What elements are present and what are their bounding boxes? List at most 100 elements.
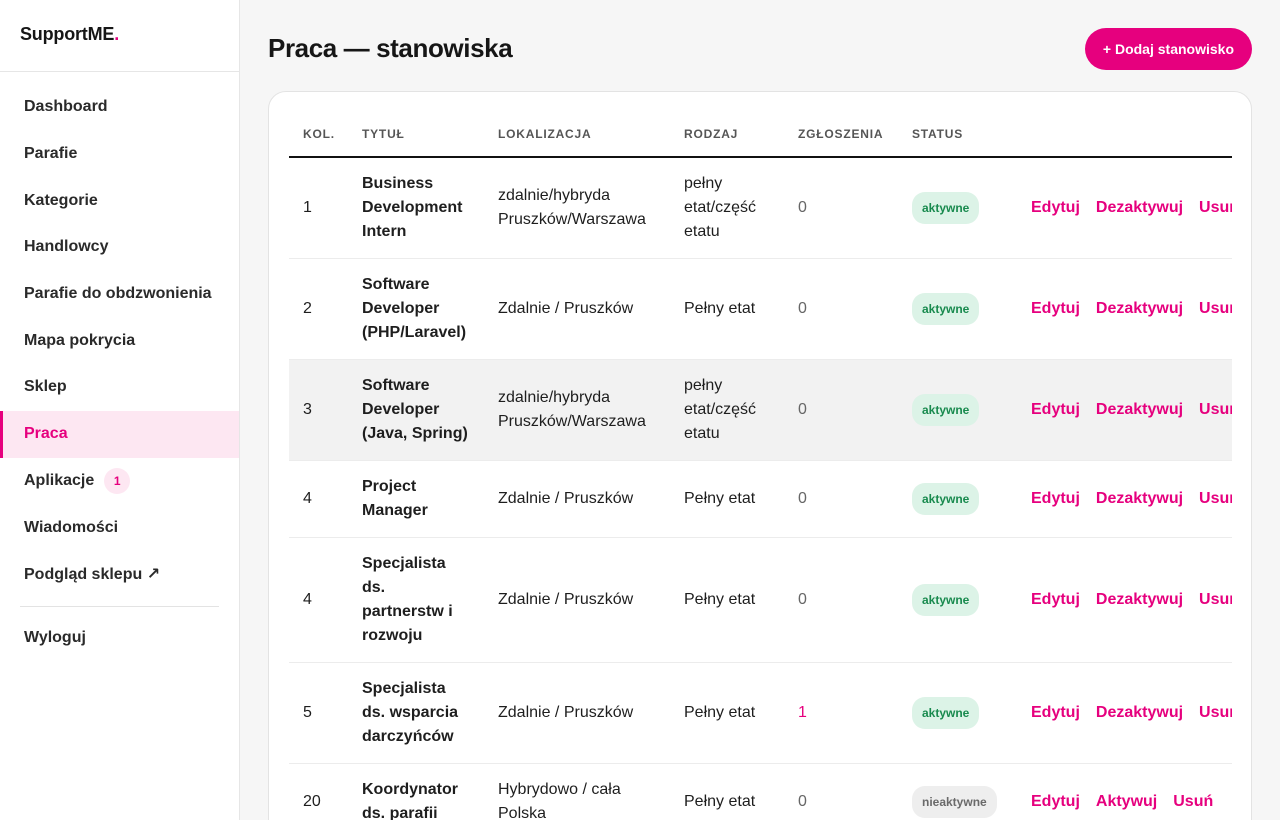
- column-header-lokalizacja: LOKALIZACJA: [484, 112, 670, 158]
- status-badge: aktywne: [912, 584, 980, 616]
- row-title: Software Developer (PHP/Laravel): [348, 258, 484, 360]
- row-title: Software Developer (Java, Spring): [348, 359, 484, 461]
- row-applications: 0: [784, 537, 898, 663]
- brand-name: SupportME: [20, 24, 115, 44]
- row-order: 5: [289, 662, 348, 764]
- sidebar-item-wiadomosci[interactable]: Wiadomości: [0, 504, 239, 551]
- row-title: Project Manager: [348, 460, 484, 538]
- table-row: 2 Software Developer (PHP/Laravel) Zdalnie…: [289, 258, 1232, 360]
- status-badge: aktywne: [912, 293, 980, 325]
- sidebar-item-praca[interactable]: Praca: [0, 410, 239, 458]
- row-employment-type: Pełny etat: [670, 258, 784, 360]
- sidebar-item-label: Praca: [24, 425, 68, 443]
- deactivate-link[interactable]: Dezaktywuj: [1096, 704, 1183, 721]
- sidebar-item-sklep[interactable]: Sklep: [0, 364, 239, 411]
- deactivate-link[interactable]: Dezaktywuj: [1096, 591, 1183, 608]
- sidebar-item-parafie-do-obdzwonienia[interactable]: Parafie do obdzwonienia: [0, 271, 239, 318]
- row-order: 2: [289, 258, 348, 360]
- delete-link[interactable]: Usuń: [1199, 490, 1232, 507]
- column-header-actions: [1017, 112, 1232, 158]
- table-body: 1 Business Development Intern zdalnie/hybr…: [289, 157, 1232, 820]
- activate-link[interactable]: Aktywuj: [1096, 793, 1157, 810]
- deactivate-link[interactable]: Dezaktywuj: [1096, 401, 1183, 418]
- sidebar-item-label: Parafie do obdzwonienia: [24, 285, 212, 303]
- sidebar-item-label: Dashboard: [24, 98, 108, 116]
- row-title: Business Development Intern: [348, 157, 484, 259]
- sidebar-nav: Dashboard Parafie Kategorie Handlowcy Parafi…: [0, 72, 239, 661]
- row-applications: 0: [784, 763, 898, 820]
- row-status-cell: aktywne: [898, 460, 1017, 538]
- table-row: 4 Specjalista ds. partnerstw i rozwoju Zda…: [289, 537, 1232, 663]
- status-badge: nieaktywne: [912, 786, 997, 818]
- row-actions: Edytuj Dezaktywuj Usuń: [1017, 460, 1232, 538]
- row-actions: Edytuj Dezaktywuj Usuń: [1017, 537, 1232, 663]
- deactivate-link[interactable]: Dezaktywuj: [1096, 300, 1183, 317]
- sidebar-item-label: Wyloguj: [24, 628, 86, 646]
- delete-link[interactable]: Usuń: [1199, 401, 1232, 418]
- row-applications: 1: [784, 662, 898, 764]
- delete-link[interactable]: Usuń: [1199, 704, 1232, 721]
- row-status-cell: nieaktywne: [898, 763, 1017, 820]
- edit-link[interactable]: Edytuj: [1031, 199, 1080, 216]
- delete-link[interactable]: Usuń: [1173, 793, 1213, 810]
- row-order: 4: [289, 537, 348, 663]
- page-title: Praca — stanowiska: [268, 33, 513, 63]
- row-employment-type: Pełny etat: [670, 662, 784, 764]
- column-header-kol: KOL.: [289, 112, 348, 158]
- edit-link[interactable]: Edytuj: [1031, 591, 1080, 608]
- sidebar-item-kategorie[interactable]: Kategorie: [0, 177, 239, 224]
- status-badge: aktywne: [912, 394, 980, 426]
- edit-link[interactable]: Edytuj: [1031, 300, 1080, 317]
- sidebar-item-logout[interactable]: Wyloguj: [0, 615, 239, 662]
- row-status-cell: aktywne: [898, 258, 1017, 360]
- row-employment-type: Pełny etat: [670, 460, 784, 538]
- row-applications: 0: [784, 258, 898, 360]
- sidebar-item-mapa-pokrycia[interactable]: Mapa pokrycia: [0, 317, 239, 364]
- deactivate-link[interactable]: Dezaktywuj: [1096, 490, 1183, 507]
- sidebar-item-label: Parafie: [24, 145, 78, 163]
- column-header-rodzaj: RODZAJ: [670, 112, 784, 158]
- row-status-cell: aktywne: [898, 157, 1017, 259]
- brand-logo[interactable]: SupportME.: [0, 0, 239, 72]
- column-header-tytul: TYTUŁ: [348, 112, 484, 158]
- sidebar-item-handlowcy[interactable]: Handlowcy: [0, 224, 239, 271]
- row-order: 1: [289, 157, 348, 259]
- row-employment-type: Pełny etat: [670, 763, 784, 820]
- edit-link[interactable]: Edytuj: [1031, 793, 1080, 810]
- row-order: 3: [289, 359, 348, 461]
- row-location: zdalnie/hybryda Pruszków/Warszawa: [484, 359, 670, 461]
- add-position-button[interactable]: + Dodaj stanowisko: [1084, 28, 1252, 70]
- row-title: Koordynator ds. parafii: [348, 763, 484, 820]
- delete-link[interactable]: Usuń: [1199, 199, 1232, 216]
- edit-link[interactable]: Edytuj: [1031, 490, 1080, 507]
- sidebar-item-label: Aplikacje: [24, 471, 95, 489]
- row-applications: 0: [784, 460, 898, 538]
- row-status-cell: aktywne: [898, 359, 1017, 461]
- sidebar-item-label: Mapa pokrycia: [24, 331, 136, 349]
- sidebar-item-label: Podgląd sklepu ↗: [24, 566, 161, 584]
- delete-link[interactable]: Usuń: [1199, 300, 1232, 317]
- deactivate-link[interactable]: Dezaktywuj: [1096, 199, 1183, 216]
- sidebar-item-parafie[interactable]: Parafie: [0, 131, 239, 178]
- table-scroll-container[interactable]: KOL. TYTUŁ LOKALIZACJA RODZAJ ZGŁOSZENIA STAT…: [289, 112, 1232, 820]
- sidebar-item-dashboard[interactable]: Dashboard: [0, 84, 239, 131]
- edit-link[interactable]: Edytuj: [1031, 401, 1080, 418]
- row-order: 4: [289, 460, 348, 538]
- delete-link[interactable]: Usuń: [1199, 591, 1232, 608]
- sidebar-item-label: Handlowcy: [24, 238, 109, 256]
- edit-link[interactable]: Edytuj: [1031, 704, 1080, 721]
- sidebar-item-label: Wiadomości: [24, 518, 119, 536]
- sidebar-item-label: Sklep: [24, 378, 67, 396]
- table-row: 4 Project Manager Zdalnie / Pruszków Pełny …: [289, 460, 1232, 538]
- row-location: Zdalnie / Pruszków: [484, 537, 670, 663]
- sidebar-item-podglad-sklepu[interactable]: Podgląd sklepu ↗: [0, 551, 239, 598]
- row-actions: Edytuj Dezaktywuj Usuń: [1017, 359, 1232, 461]
- row-employment-type: Pełny etat: [670, 537, 784, 663]
- positions-card: KOL. TYTUŁ LOKALIZACJA RODZAJ ZGŁOSZENIA STAT…: [268, 91, 1252, 820]
- sidebar-item-aplikacje[interactable]: Aplikacje 1: [0, 458, 239, 505]
- table-row: 3 Software Developer (Java, Spring) zdalni…: [289, 359, 1232, 461]
- status-badge: aktywne: [912, 697, 980, 729]
- table-row: 1 Business Development Intern zdalnie/hybr…: [289, 157, 1232, 259]
- row-applications: 0: [784, 359, 898, 461]
- row-order: 20: [289, 763, 348, 820]
